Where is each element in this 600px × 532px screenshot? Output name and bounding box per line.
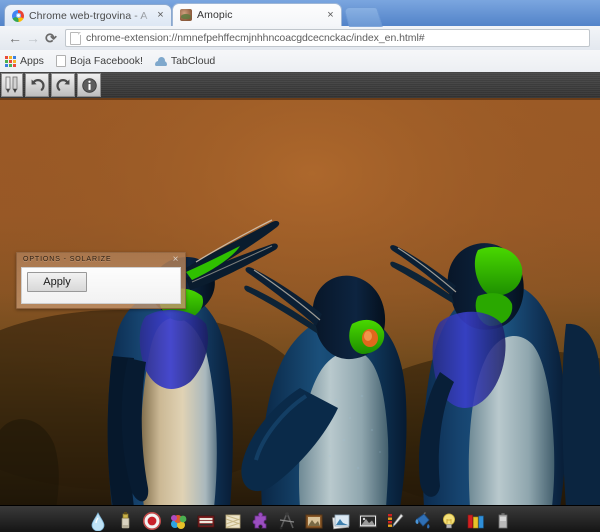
redo-arrow-icon (55, 77, 72, 94)
browser-chrome: Chrome web-trgovina - A × Amopic × ← → ⟳… (0, 0, 600, 72)
navigation-toolbar: ← → ⟳ chrome-extension://nmnefpehffecmjn… (0, 26, 600, 50)
tab-close-icon[interactable]: × (324, 9, 337, 22)
color-swatch-pen-icon[interactable] (385, 511, 405, 531)
picture-frame-icon[interactable] (304, 511, 324, 531)
tab-title: Amopic (197, 9, 324, 21)
bookmark-boja-facebook[interactable]: Boja Facebook! (56, 55, 143, 67)
film-strip-icon[interactable] (196, 511, 216, 531)
image-canvas[interactable]: OPTIONS - SOLARIZE × Apply (0, 100, 600, 508)
taskbar-icon-tray (88, 507, 513, 531)
dialog-body: Apply (21, 267, 181, 304)
record-button-icon[interactable] (142, 511, 162, 531)
browser-tab-chrome-web-store[interactable]: Chrome web-trgovina - A × (4, 4, 172, 26)
color-balls-icon[interactable] (169, 511, 189, 531)
paint-tube-icon[interactable] (115, 511, 135, 531)
bookmark-tabcloud[interactable]: TabCloud (155, 55, 215, 67)
photo-stack-icon[interactable] (331, 511, 351, 531)
paint-bucket-icon[interactable] (412, 511, 432, 531)
ink-cartridges-icon[interactable] (466, 511, 486, 531)
cloud-icon (155, 57, 167, 66)
document-icon (56, 55, 66, 67)
app-toolbar (0, 72, 600, 100)
apply-button[interactable]: Apply (27, 272, 87, 292)
screen: Chrome web-trgovina - A × Amopic × ← → ⟳… (0, 0, 600, 532)
reload-icon[interactable]: ⟳ (42, 29, 60, 47)
tools-palette-button[interactable] (1, 73, 23, 97)
back-arrow-icon[interactable]: ← (6, 29, 24, 47)
address-bar-url: chrome-extension://nmnefpehffecmjnhhncoa… (86, 32, 425, 44)
info-button[interactable] (77, 73, 101, 97)
tab-title: Chrome web-trgovina - A (29, 10, 154, 22)
undo-arrow-icon (29, 77, 46, 94)
puzzle-piece-icon[interactable] (250, 511, 270, 531)
page-document-icon (70, 32, 81, 45)
chrome-logo-icon (12, 10, 24, 22)
battery-icon[interactable] (493, 511, 513, 531)
address-bar[interactable]: chrome-extension://nmnefpehffecmjnhhncoa… (65, 29, 590, 47)
redo-button[interactable] (51, 73, 75, 97)
bookmark-apps[interactable]: Apps (5, 55, 44, 67)
water-drop-icon[interactable] (88, 511, 108, 531)
brush-tool-icon (4, 76, 20, 94)
amopic-logo-icon (180, 9, 192, 21)
forward-arrow-icon[interactable]: → (24, 29, 42, 47)
amopic-application: OPTIONS - SOLARIZE × Apply ◂ TOOLS EFFEC… (0, 72, 600, 532)
bookmark-label: TabCloud (171, 55, 215, 67)
undo-button[interactable] (25, 73, 49, 97)
close-icon[interactable]: × (170, 254, 181, 265)
weave-pattern-icon[interactable] (223, 511, 243, 531)
new-tab-button[interactable] (343, 7, 383, 27)
bookmark-label: Apps (20, 55, 44, 67)
options-dialog[interactable]: OPTIONS - SOLARIZE × Apply (16, 252, 186, 309)
bookmark-label: Boja Facebook! (70, 55, 143, 67)
lightbulb-icon[interactable] (439, 511, 459, 531)
info-circle-icon (81, 77, 98, 94)
tab-close-icon[interactable]: × (154, 9, 167, 22)
os-taskbar (0, 505, 600, 532)
apps-grid-icon (5, 56, 16, 67)
tab-strip: Chrome web-trgovina - A × Amopic × (0, 0, 600, 26)
bookmarks-bar: Apps Boja Facebook! TabCloud (0, 50, 600, 73)
landscape-photo-icon[interactable] (358, 511, 378, 531)
compass-tool-icon[interactable] (277, 511, 297, 531)
browser-tab-amopic[interactable]: Amopic × (172, 3, 342, 26)
dialog-title: OPTIONS - SOLARIZE (23, 256, 112, 263)
